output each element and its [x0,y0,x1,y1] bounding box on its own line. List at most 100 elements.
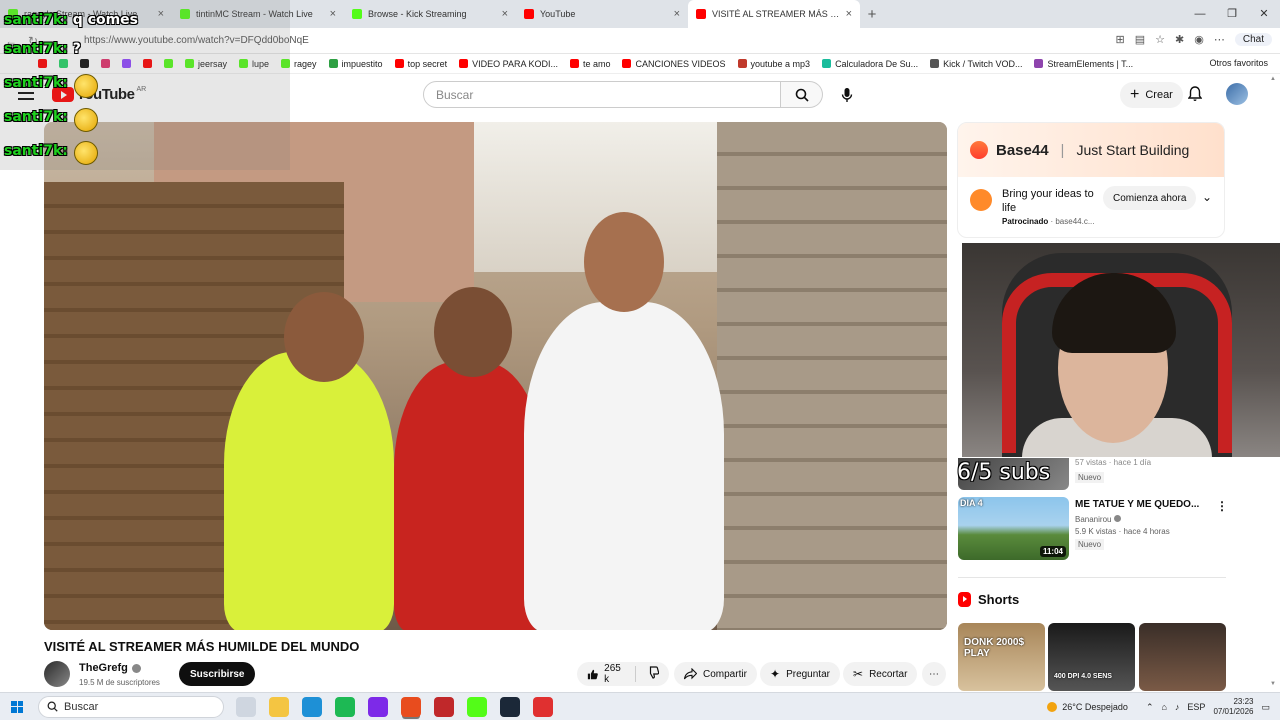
subscribe-button[interactable]: Suscribirse [179,662,256,686]
chat-message: santi7k: [4,109,68,125]
scissors-icon: ✂ [853,667,864,681]
video-player[interactable] [44,122,947,630]
reader-icon[interactable]: ▤ [1135,33,1145,46]
clip-button[interactable]: ✂ Recortar [843,662,918,686]
base44-logo-icon [970,141,988,159]
chat-message: santi7k: [4,75,68,91]
tab-favicon-icon [696,9,706,19]
bookmark-item[interactable]: CANCIONES VIDEOS [622,59,726,69]
bookmark-item[interactable]: te amo [569,59,610,69]
user-avatar[interactable] [1226,83,1248,105]
new-tab-button[interactable]: + [860,6,884,23]
sponsored-ad[interactable]: Base44 | Just Start Building Bring your … [957,122,1225,238]
search-button[interactable] [781,81,823,108]
app-red-icon[interactable] [434,696,454,717]
start-button[interactable] [0,700,34,713]
bookmark-item[interactable]: StreamElements | T... [1034,59,1133,69]
ad-cta-button[interactable]: Comienza ahora [1103,186,1197,210]
tab-close-icon[interactable]: × [674,8,680,20]
browser-tab[interactable]: Browse - Kick Streaming × [344,0,516,28]
app-dark-icon[interactable] [533,696,553,717]
volume-icon[interactable]: ♪ [1175,702,1180,712]
bookmark-favicon-icon [328,59,338,68]
weather-widget[interactable]: 26°C Despejado [1047,702,1128,712]
create-button[interactable]: + Crear [1120,82,1183,108]
recommendation-views: 5.9 K vistas · hace 4 horas [1075,527,1170,536]
ad-banner[interactable]: Base44 | Just Start Building [958,123,1224,177]
short-thumbnail[interactable]: 400 DPI 4.0 SENS [1048,623,1135,691]
shorts-icon [958,592,971,607]
network-icon[interactable]: ⌂ [1161,702,1166,712]
bookmark-favicon-icon [459,59,469,68]
recommendation-item[interactable]: DIA 4 11:04 ME TATUE Y ME QUEDO... Banan… [958,497,1228,561]
like-button[interactable]: 265 k [587,663,625,685]
bookmark-item[interactable]: Kick / Twitch VOD... [930,59,1022,69]
language-indicator[interactable]: ESP [1187,702,1205,712]
bookmark-favicon-icon [1034,59,1044,68]
menu-dots-icon[interactable]: ⋯ [1214,33,1225,46]
bookmark-item[interactable]: VIDEO PARA KODI... [459,59,558,69]
favorite-star-icon[interactable]: ☆ [1155,33,1165,46]
recommendation-title[interactable]: ME TATUE Y ME QUEDO... [1075,499,1199,510]
notifications-bell-icon[interactable] [1187,86,1203,107]
search-icon [795,88,809,102]
tab-close-icon[interactable]: × [330,8,336,20]
browser-tab[interactable]: YouTube × [516,0,688,28]
short-thumbnail[interactable] [1139,623,1226,691]
bookmark-item[interactable]: youtube a mp3 [737,59,810,69]
extensions-icon[interactable]: ✱ [1175,33,1184,46]
task-view-icon[interactable] [236,696,256,717]
search-input[interactable]: Buscar [423,81,781,108]
mic-icon [841,87,852,102]
obs-icon[interactable] [401,696,421,717]
emote-icon [74,74,98,98]
profile-icon[interactable]: ◉ [1194,33,1204,46]
chat-message: santi7k: q comes [4,12,138,28]
canva-icon[interactable] [368,696,388,717]
ad-text: Bring your ideas to life [1002,188,1094,214]
translate-icon[interactable]: ⊞ [1116,33,1125,46]
more-actions-button[interactable]: ⋯ [922,662,946,686]
bookmark-item[interactable]: impuestito [328,59,383,69]
spotify-icon[interactable] [335,696,355,717]
tab-close-icon[interactable]: × [846,8,852,20]
taskbar-search[interactable]: Buscar [38,695,224,718]
bookmark-favicon-icon [394,59,404,68]
kick-icon[interactable] [467,696,487,717]
ask-button[interactable]: ✦ Preguntar [760,662,840,686]
windows-icon [11,700,23,713]
chevron-down-icon[interactable]: ⌄ [1202,190,1212,204]
bookmark-item[interactable]: Calculadora De Su... [822,59,918,69]
sub-goal-overlay: 6/5 subs [957,460,1051,485]
short-thumbnail[interactable]: DONK 2000$ PLAY [958,623,1045,691]
clock[interactable]: 23:23 07/01/2026 [1213,697,1253,717]
restore-icon[interactable]: ❐ [1216,0,1248,28]
voice-search-button[interactable] [833,81,860,108]
channel-name[interactable]: TheGrefg [79,662,141,674]
windows-taskbar: Buscar 26°C Despejado ⌃ ⌂ ♪ ESP 23:23 07… [0,692,1280,720]
scroll-down-arrow[interactable]: ▼ [1270,681,1276,687]
share-button[interactable]: Compartir [674,662,757,686]
emote-icon [74,108,98,132]
dislike-button[interactable] [646,666,660,682]
system-tray: 26°C Despejado ⌃ ⌂ ♪ ESP 23:23 07/01/202… [1047,693,1280,720]
chat-button[interactable]: Chat [1234,33,1272,46]
steam-icon[interactable] [500,696,520,717]
new-badge: Nuevo [1075,539,1105,550]
edge-icon[interactable] [302,696,322,717]
notification-icon[interactable]: ▭ [1261,702,1270,713]
scroll-up-arrow[interactable]: ▲ [1270,76,1276,82]
bookmark-item[interactable]: top secret [394,59,447,69]
tab-close-icon[interactable]: × [502,8,508,20]
browser-tab[interactable]: VISITÉ AL STREAMER MÁS HU × [688,0,860,28]
close-icon[interactable]: ✕ [1248,0,1280,28]
other-bookmarks[interactable]: Otros favoritos [1209,58,1268,68]
channel-avatar[interactable] [44,661,70,687]
video-title: VISITÉ AL STREAMER MÁS HUMILDE DEL MUNDO [44,639,360,654]
recommendation-thumbnail[interactable]: DIA 4 11:04 [958,497,1069,560]
file-explorer-icon[interactable] [269,696,289,717]
more-vert-icon[interactable]: ⋮ [1216,499,1228,513]
minimize-icon[interactable]: — [1184,0,1216,28]
chevron-up-icon[interactable]: ⌃ [1146,702,1154,713]
bookmark-favicon-icon [622,59,632,68]
